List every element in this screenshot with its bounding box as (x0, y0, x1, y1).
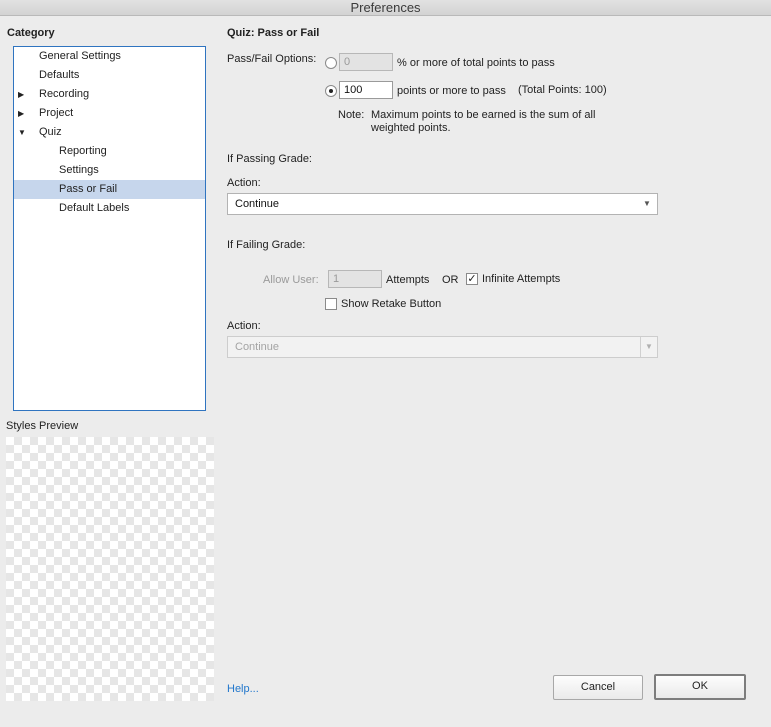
cancel-button[interactable]: Cancel (553, 675, 643, 700)
caret-down-icon: ▼ (643, 199, 651, 208)
tree-item-project[interactable]: ▶ Project (14, 104, 205, 123)
total-points-text: (Total Points: 100) (518, 84, 607, 96)
caret-down-icon: ▼ (640, 337, 657, 357)
tree-item-label: Pass or Fail (59, 183, 118, 195)
tree-item-reporting[interactable]: Reporting (14, 142, 205, 161)
window-title-bar: Preferences (0, 0, 771, 16)
or-text: OR (442, 274, 459, 286)
failing-action-label: Action: (227, 320, 261, 332)
styles-preview-canvas (6, 437, 214, 701)
window-title: Preferences (350, 0, 421, 15)
tree-item-label: Recording (39, 88, 90, 100)
tree-item-label: Default Labels (59, 202, 130, 214)
show-retake-checkbox[interactable] (325, 298, 337, 310)
tree-item-settings[interactable]: Settings (14, 161, 205, 180)
chevron-down-icon[interactable]: ▼ (18, 123, 26, 142)
attempts-text: Attempts (386, 274, 430, 286)
allow-user-label: Allow User: (263, 274, 319, 286)
failing-action-value: Continue (235, 341, 280, 353)
passing-action-label: Action: (227, 177, 261, 189)
failing-action-select[interactable]: Continue ▼ (227, 336, 658, 358)
page-title: Quiz: Pass or Fail (227, 27, 320, 39)
failing-grade-heading: If Failing Grade: (227, 239, 306, 251)
tree-item-general-settings[interactable]: General Settings (14, 47, 205, 66)
passfail-options-label: Pass/Fail Options: (227, 53, 317, 65)
note-label: Note: (338, 109, 365, 121)
ok-button[interactable]: OK (654, 674, 746, 700)
points-input[interactable]: 100 (339, 81, 393, 99)
infinite-attempts-checkbox[interactable]: ✓ (466, 273, 478, 285)
passing-action-value: Continue (235, 198, 280, 210)
tree-item-label: General Settings (39, 50, 121, 62)
note-line-2: weighted points. (371, 122, 451, 134)
tree-item-label: Quiz (39, 126, 62, 138)
tree-item-default-labels[interactable]: Default Labels (14, 199, 205, 218)
points-text: points or more to pass (397, 85, 506, 97)
chevron-right-icon[interactable]: ▶ (18, 104, 24, 123)
show-retake-label: Show Retake Button (341, 298, 442, 310)
tree-item-recording[interactable]: ▶ Recording (14, 85, 205, 104)
tree-item-label: Defaults (39, 69, 80, 81)
tree-item-pass-or-fail[interactable]: Pass or Fail (14, 180, 205, 199)
category-heading: Category (7, 27, 55, 39)
tree-item-label: Project (39, 107, 74, 119)
tree-item-label: Settings (59, 164, 99, 176)
percent-input[interactable]: 0 (339, 53, 393, 71)
percent-radio[interactable] (325, 57, 337, 69)
percent-text: % or more of total points to pass (397, 57, 555, 69)
help-link[interactable]: Help... (227, 683, 259, 695)
note-line-1: Maximum points to be earned is the sum o… (371, 109, 596, 121)
checkmark-icon: ✓ (467, 273, 477, 285)
passing-action-select[interactable]: Continue ▼ (227, 193, 658, 215)
passing-grade-heading: If Passing Grade: (227, 153, 312, 165)
tree-item-defaults[interactable]: Defaults (14, 66, 205, 85)
tree-item-label: Reporting (59, 145, 107, 157)
attempts-input[interactable]: 1 (328, 270, 382, 288)
category-tree[interactable]: General Settings Defaults ▶ Recording ▶ … (13, 46, 206, 411)
points-radio[interactable] (325, 85, 337, 97)
chevron-right-icon[interactable]: ▶ (18, 85, 24, 104)
infinite-attempts-label: Infinite Attempts (482, 273, 561, 285)
styles-preview-label: Styles Preview (6, 420, 79, 432)
tree-item-quiz[interactable]: ▼ Quiz (14, 123, 205, 142)
